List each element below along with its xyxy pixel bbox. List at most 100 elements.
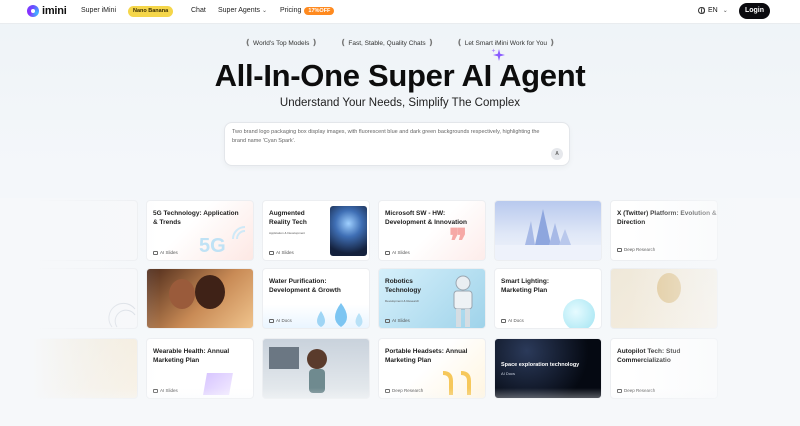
monitor-image — [269, 347, 299, 369]
figurine-image — [307, 349, 327, 369]
card-tag-label: AI Slides — [392, 250, 410, 255]
slides-icon — [385, 250, 390, 255]
gallery-card-water[interactable]: Water Purification: Development & Growth… — [262, 268, 370, 329]
tagline-text: World's Top Models — [253, 40, 310, 47]
nav-super-imini[interactable]: Super iMini — [81, 7, 116, 14]
card-title: Augmented Reality Tech — [269, 210, 307, 226]
docs-icon — [501, 318, 506, 323]
gallery-card-microsoft[interactable]: Microsoft SW - HW: Development & Innovat… — [378, 200, 486, 261]
card-tag-label: AI Slides — [160, 388, 178, 393]
gallery-card-headsets[interactable]: Portable Headsets: Annual Marketing Plan… — [378, 338, 486, 399]
gallery-card-couple-photo[interactable] — [146, 268, 254, 329]
nav-pricing-label: Pricing — [280, 7, 302, 14]
tagline: ❪ World's Top Models ❫ — [244, 38, 318, 47]
slides-icon — [269, 250, 274, 255]
language-selector[interactable]: EN ⌄ — [698, 7, 728, 14]
card-tag: AI Docs — [269, 318, 292, 323]
nav-pricing[interactable]: Pricing 17%OFF — [280, 7, 335, 15]
gallery-card-space[interactable]: Space exploration technology AI Docs — [494, 338, 602, 399]
language-label: EN — [708, 7, 718, 14]
top-nav: imini Super iMini Nano Banana Chat Super… — [0, 0, 800, 24]
card-tag-label: Deep Research — [392, 388, 424, 393]
robot-image — [453, 275, 473, 327]
card-tag: AI Slides — [385, 318, 410, 323]
gallery-card-robotics[interactable]: Robotics Technology Development & Resear… — [378, 268, 486, 329]
couple-photo-image-2 — [195, 275, 225, 309]
fingerprint-icon — [108, 302, 136, 328]
water-drops-icon — [317, 303, 363, 327]
prompt-text[interactable]: Two brand logo packaging box display ima… — [232, 128, 542, 146]
wifi-icon — [232, 226, 246, 240]
nano-banana-badge[interactable]: Nano Banana — [128, 6, 174, 17]
card-title: X (Twitter) Platform: Evolution & Direct… — [617, 210, 717, 226]
brand-logo[interactable]: imini — [27, 5, 67, 17]
slides-icon — [385, 318, 390, 323]
card-tag-label: Deep Research — [624, 388, 656, 393]
card-title: 5G Technology: Application & Trends — [153, 210, 239, 226]
ar-headset-image — [330, 206, 367, 256]
card-tag: Deep Research — [617, 388, 655, 393]
prompt-input[interactable]: Two brand logo packaging box display ima… — [224, 122, 570, 166]
gallery-card-figurine[interactable] — [262, 338, 370, 399]
gallery-card-smart-lighting[interactable]: Smart Lighting: Marketing Plan AI Docs — [494, 268, 602, 329]
card-subtitle: Development & Research — [385, 299, 420, 303]
couple-photo-image — [169, 279, 195, 309]
portrait-image — [657, 273, 681, 303]
research-icon — [385, 388, 390, 393]
card-tag-label: Deep Research — [624, 247, 656, 252]
card-tag-label: AI Docs — [276, 318, 292, 323]
research-icon — [617, 247, 622, 252]
gallery-card-wearable[interactable]: Wearable Health: Annual Marketing Plan A… — [146, 338, 254, 399]
gallery-card[interactable] — [30, 268, 138, 329]
card-title: Smart Lighting: Marketing Plan — [501, 278, 550, 294]
research-icon — [617, 388, 622, 393]
card-tag: AI Slides — [153, 388, 178, 393]
page-subtitle: Understand Your Needs, Simplify The Comp… — [279, 97, 521, 109]
gallery-card-ice-castle[interactable] — [494, 200, 602, 261]
docs-icon — [269, 318, 274, 323]
card-tag-label: AI Slides — [160, 250, 178, 255]
gallery-card-twitter[interactable]: X (Twitter) Platform: Evolution & Direct… — [610, 200, 718, 261]
card-title: Water Purification: Development & Growth — [269, 278, 341, 294]
send-icon[interactable]: A — [551, 148, 563, 160]
tagline-text: Fast, Stable, Quality Chats — [348, 40, 426, 47]
nav-super-agents[interactable]: Super Agents ⌄ — [218, 7, 267, 14]
template-gallery: 5G Technology: Application & Trends 5G A… — [0, 198, 800, 418]
tagline: ❪ Fast, Stable, Quality Chats ❫ — [339, 38, 435, 47]
gallery-card-ar[interactable]: Augmented Reality Tech Application & Dev… — [262, 200, 370, 261]
gallery-card[interactable] — [30, 200, 138, 261]
quote-mark-art: ❞ — [449, 223, 468, 261]
card-art-5g: 5G — [199, 235, 226, 257]
ice-castle-image — [495, 209, 601, 260]
gallery-card[interactable] — [30, 338, 138, 399]
card-tag: Deep Research — [385, 388, 423, 393]
nav-chat[interactable]: Chat — [191, 7, 206, 14]
imini-logo-icon — [27, 5, 39, 17]
gallery-card-5g[interactable]: 5G Technology: Application & Trends 5G A… — [146, 200, 254, 261]
gallery-card-autopilot[interactable]: Autopilot Tech: Stud Commercializatio De… — [610, 338, 718, 399]
card-tag: AI Slides — [385, 250, 410, 255]
card-tag: AI Docs — [501, 318, 524, 323]
chevron-down-icon: ⌄ — [262, 8, 268, 14]
card-tag: AI Slides — [153, 250, 178, 255]
globe-icon — [698, 7, 705, 14]
page-title: All-In-One Super AI Agent — [214, 58, 586, 93]
nav-super-agents-label: Super Agents — [218, 7, 261, 14]
light-orb-image — [563, 299, 595, 328]
chevron-down-icon: ⌄ — [722, 8, 728, 14]
brand-name: imini — [42, 5, 67, 17]
card-tag-label: AI Slides — [276, 250, 294, 255]
card-tag: AI Slides — [269, 250, 294, 255]
earbuds-icon — [442, 371, 471, 395]
tagline: ❪ Let Smart iMini Work for You ❫ — [456, 38, 556, 47]
card-title: Robotics Technology — [385, 278, 421, 294]
tagline-text: Let Smart iMini Work for You — [464, 40, 547, 47]
card-tag: Deep Research — [617, 247, 655, 252]
login-button[interactable]: Login — [739, 3, 770, 19]
card-subtitle: Application & Development — [269, 231, 306, 235]
figurine-body — [309, 369, 325, 393]
wearable-art — [203, 373, 233, 395]
card-tag-label: AI Docs — [508, 318, 524, 323]
card-title: Space exploration technology — [501, 362, 580, 368]
gallery-card-portrait[interactable] — [610, 268, 718, 329]
